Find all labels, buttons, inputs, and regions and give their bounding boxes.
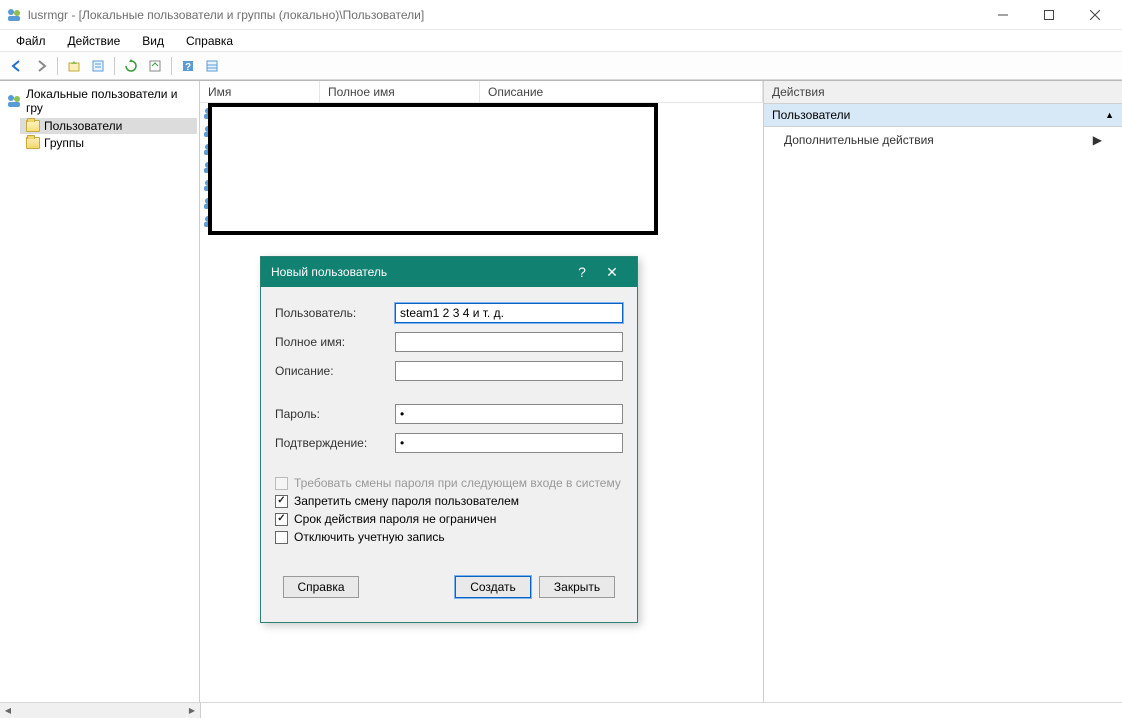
refresh-button[interactable]	[120, 55, 142, 77]
actions-item-label: Дополнительные действия	[784, 133, 934, 147]
menu-help[interactable]: Справка	[180, 32, 239, 50]
collapse-icon: ▲	[1105, 110, 1114, 120]
close-dialog-button[interactable]: Закрыть	[539, 576, 615, 598]
folder-icon	[26, 120, 40, 132]
checkbox-label: Запретить смену пароля пользователем	[294, 494, 519, 508]
tree-root[interactable]: Локальные пользователи и гру	[2, 85, 197, 117]
chevron-right-icon: ▶	[1093, 133, 1102, 147]
minimize-button[interactable]	[980, 0, 1026, 30]
column-description[interactable]: Описание	[480, 81, 763, 102]
tree-pane: Локальные пользователи и гру Пользовател…	[0, 81, 200, 702]
description-input[interactable]	[395, 361, 623, 381]
folder-icon	[26, 137, 40, 149]
toolbar: ?	[0, 52, 1122, 80]
forward-button[interactable]	[30, 55, 52, 77]
properties-button[interactable]	[87, 55, 109, 77]
checkbox-label: Требовать смены пароля при следующем вхо…	[294, 476, 621, 490]
actions-item-more[interactable]: Дополнительные действия ▶	[764, 127, 1122, 153]
checkbox-cannot-change[interactable]: Запретить смену пароля пользователем	[275, 494, 623, 508]
column-headers: Имя Полное имя Описание	[200, 81, 763, 103]
help-button[interactable]: ?	[177, 55, 199, 77]
app-icon	[6, 7, 22, 23]
column-fullname[interactable]: Полное имя	[320, 81, 480, 102]
checkbox-label: Отключить учетную запись	[294, 530, 445, 544]
actions-section-users[interactable]: Пользователи ▲	[764, 104, 1122, 127]
tree-node-label: Группы	[44, 136, 84, 150]
list-footer	[200, 702, 1122, 718]
scroll-right-button[interactable]: ▶	[184, 704, 200, 718]
menu-action[interactable]: Действие	[62, 32, 127, 50]
close-button[interactable]	[1072, 0, 1118, 30]
user-input[interactable]	[395, 303, 623, 323]
window-title: lusrmgr - [Локальные пользователи и груп…	[28, 8, 980, 22]
checkbox-disable-account[interactable]: Отключить учетную запись	[275, 530, 623, 544]
up-button[interactable]	[63, 55, 85, 77]
scroll-left-button[interactable]: ◀	[0, 704, 16, 718]
redacted-area	[208, 103, 658, 235]
create-button[interactable]: Создать	[455, 576, 531, 598]
tree-node-users[interactable]: Пользователи	[20, 118, 197, 134]
password-label: Пароль:	[275, 407, 395, 421]
back-button[interactable]	[6, 55, 28, 77]
dialog-titlebar[interactable]: Новый пользователь ? ✕	[261, 257, 637, 287]
tree-scrollbar[interactable]: ◀ ▶	[0, 702, 200, 718]
svg-text:?: ?	[185, 62, 191, 73]
column-name[interactable]: Имя	[200, 81, 320, 102]
new-user-dialog: Новый пользователь ? ✕ Пользователь: Пол…	[260, 256, 638, 623]
tree-root-label: Локальные пользователи и гру	[26, 87, 193, 115]
checkbox-icon[interactable]	[275, 531, 288, 544]
tree-node-label: Пользователи	[44, 119, 122, 133]
toolbar-separator	[57, 57, 58, 75]
dialog-body: Пользователь: Полное имя: Описание: Паро…	[261, 287, 637, 622]
confirm-label: Подтверждение:	[275, 436, 395, 450]
tree-root-icon	[6, 93, 22, 109]
toolbar-separator	[114, 57, 115, 75]
dialog-close-button[interactable]: ✕	[597, 264, 627, 281]
confirm-input[interactable]	[395, 433, 623, 453]
maximize-button[interactable]	[1026, 0, 1072, 30]
actions-section-label: Пользователи	[772, 108, 850, 122]
help-button[interactable]: Справка	[283, 576, 359, 598]
description-label: Описание:	[275, 364, 395, 378]
menu-file[interactable]: Файл	[10, 32, 52, 50]
fullname-label: Полное имя:	[275, 335, 395, 349]
dialog-help-button[interactable]: ?	[567, 264, 597, 280]
menu-view[interactable]: Вид	[136, 32, 170, 50]
checkbox-must-change: Требовать смены пароля при следующем вхо…	[275, 476, 623, 490]
list-button[interactable]	[201, 55, 223, 77]
checkbox-never-expires[interactable]: Срок действия пароля не ограничен	[275, 512, 623, 526]
checkbox-icon	[275, 477, 288, 490]
menu-bar: Файл Действие Вид Справка	[0, 30, 1122, 52]
window-titlebar: lusrmgr - [Локальные пользователи и груп…	[0, 0, 1122, 30]
actions-pane: Действия Пользователи ▲ Дополнительные д…	[764, 81, 1122, 702]
checkbox-label: Срок действия пароля не ограничен	[294, 512, 496, 526]
checkbox-icon[interactable]	[275, 495, 288, 508]
window-controls	[980, 0, 1118, 30]
tree-node-groups[interactable]: Группы	[20, 135, 197, 151]
checkbox-icon[interactable]	[275, 513, 288, 526]
fullname-input[interactable]	[395, 332, 623, 352]
password-input[interactable]	[395, 404, 623, 424]
dialog-title: Новый пользователь	[271, 265, 567, 279]
actions-header: Действия	[764, 81, 1122, 104]
export-button[interactable]	[144, 55, 166, 77]
toolbar-separator	[171, 57, 172, 75]
user-label: Пользователь:	[275, 306, 395, 320]
